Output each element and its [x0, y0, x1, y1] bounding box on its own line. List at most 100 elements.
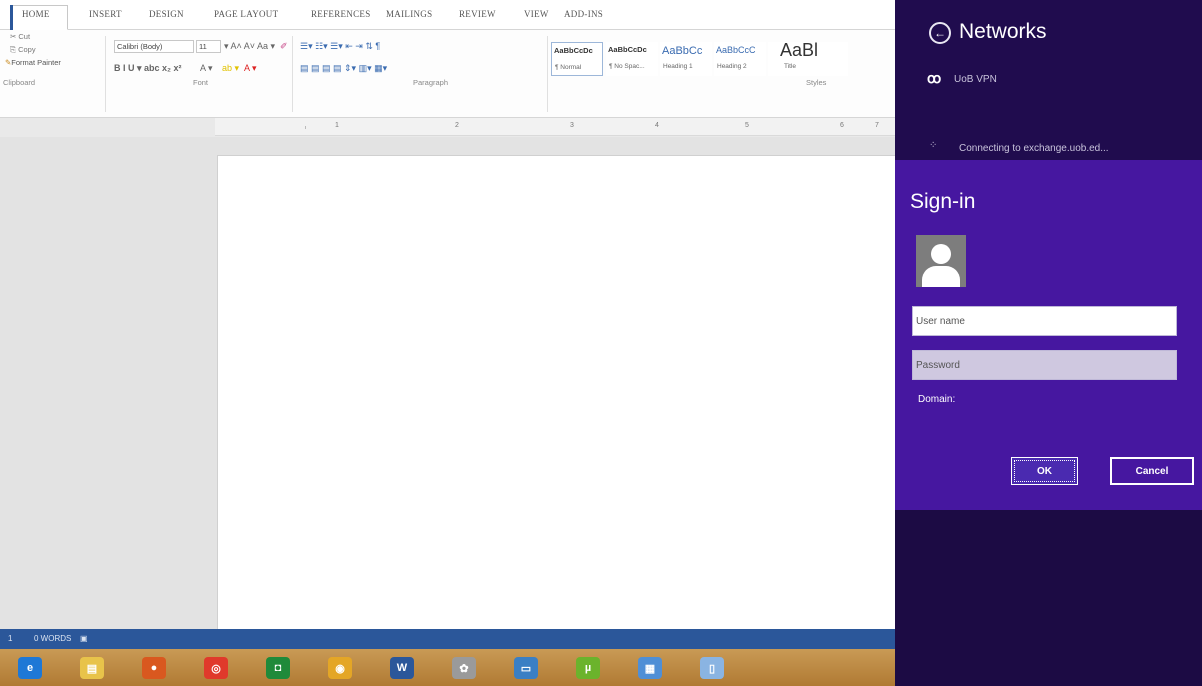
tab-add-ins[interactable]: ADD-INS [564, 9, 603, 19]
taskbar-button[interactable]: ● [130, 652, 178, 684]
username-input[interactable]: User name [912, 306, 1177, 336]
taskbar-button[interactable]: ◉ [316, 652, 364, 684]
internet-explorer-icon: e [18, 657, 42, 679]
ruler-tick [305, 126, 306, 129]
avatar-body [922, 266, 960, 287]
style-sample: AaBbCcC [716, 45, 756, 55]
proofing-icon[interactable]: ▣ [80, 634, 88, 643]
highlight-icon[interactable]: ab ▾ [222, 63, 239, 74]
vpn-name[interactable]: UoB VPN [954, 74, 997, 85]
vpn-icon: ꝏ [927, 70, 941, 86]
divider [292, 36, 293, 112]
remote-desktop-icon: ▭ [514, 657, 538, 679]
style-sample: AaBl [780, 40, 819, 60]
styles-group-label: Styles [806, 78, 827, 87]
cut-button[interactable]: ✂ Cut [10, 32, 30, 41]
app-green-icon: ◘ [266, 657, 290, 679]
tab-references[interactable]: REFERENCES [311, 9, 371, 19]
taskbar-button[interactable]: W [378, 652, 426, 684]
style-heading-1[interactable]: AaBbCc Heading 1 [660, 42, 712, 76]
divider [547, 36, 548, 112]
app-red-icon: ◎ [204, 657, 228, 679]
style-no-spacing[interactable]: AaBbCcDc ¶ No Spac... [606, 42, 658, 76]
style-heading-2[interactable]: AaBbCcC Heading 2 [714, 42, 766, 76]
font-name-box[interactable]: Calibri (Body) [114, 40, 194, 53]
ruler-number: 6 [840, 122, 844, 129]
style-title[interactable]: AaBl Title [768, 40, 848, 76]
spinner-icon: ⁘ [929, 140, 938, 151]
align-icons[interactable]: ▤ ▤ ▤ ▤ ⇕▾ ▥▾ ▦▾ [300, 63, 387, 74]
tab-design[interactable]: DESIGN [149, 9, 184, 19]
clear-formatting-icon[interactable]: ✐ [280, 41, 288, 52]
ruler-number: 1 [335, 122, 339, 129]
style-name: Heading 1 [663, 63, 693, 70]
style-name: ¶ No Spac... [609, 63, 645, 70]
style-sample: AaBbCcDc [554, 46, 593, 55]
taskbar-button[interactable]: ✿ [440, 652, 488, 684]
page-indicator[interactable]: 1 [8, 634, 12, 643]
word-icon: W [390, 657, 414, 679]
app-light-icon: ▯ [700, 657, 724, 679]
tab-review[interactable]: REVIEW [459, 9, 496, 19]
ok-button[interactable]: OK [1011, 457, 1078, 485]
font-size-dropdown-icon[interactable]: ▾ A˄ A˅ Aa ▾ [224, 41, 275, 52]
document-page[interactable] [217, 155, 897, 635]
divider [105, 36, 106, 112]
ruler-number: 2 [455, 122, 459, 129]
ruler-number: 3 [570, 122, 574, 129]
list-icons[interactable]: ☰▾ ☷▾ ☰▾ ⇤ ⇥ ⇅ ¶ [300, 41, 380, 52]
style-name: ¶ Normal [555, 64, 582, 71]
connecting-status: Connecting to exchange.uob.ed... [959, 143, 1109, 154]
font-format-icons[interactable]: B I U ▾ abc x₂ x² [114, 63, 182, 74]
word-window: HOME INSERT DESIGN PAGE LAYOUT REFERENCE… [0, 0, 897, 686]
ruler-number: 5 [745, 122, 749, 129]
font-color-icon[interactable]: A ▾ [244, 63, 257, 74]
word-count[interactable]: 0 WORDS [34, 634, 71, 643]
style-normal[interactable]: AaBbCcDc ¶ Normal [551, 42, 603, 76]
taskbar-button[interactable]: ▤ [68, 652, 116, 684]
taskbar-button[interactable]: ◎ [192, 652, 240, 684]
utorrent-icon: µ [576, 657, 600, 679]
tab-home-label[interactable]: HOME [22, 9, 50, 19]
ribbon-tabs: HOME INSERT DESIGN PAGE LAYOUT REFERENCE… [0, 0, 895, 30]
taskbar-button[interactable]: ▯ [688, 652, 736, 684]
app-gray-icon: ✿ [452, 657, 476, 679]
tab-insert[interactable]: INSERT [89, 9, 122, 19]
tab-home-indicator [10, 5, 13, 30]
horizontal-ruler[interactable]: 1 2 3 4 5 6 7 [215, 118, 895, 136]
password-input[interactable]: Password [912, 350, 1177, 380]
signin-panel: Sign-in User name Password Domain: OK Ca… [895, 160, 1202, 510]
taskbar-button[interactable]: ◘ [254, 652, 302, 684]
cancel-button[interactable]: Cancel [1110, 457, 1194, 485]
taskbar-button[interactable]: ▦ [626, 652, 674, 684]
style-sample: AaBbCcDc [608, 45, 647, 54]
status-bar: 1 0 WORDS ▣ [0, 629, 895, 649]
tab-view[interactable]: VIEW [524, 9, 549, 19]
style-name: Title [784, 63, 797, 70]
taskbar-button[interactable]: µ [564, 652, 612, 684]
taskbar: e ▤ ● ◎ ◘ ◉ W ✿ ▭ µ ▦ ▯ [0, 649, 895, 686]
clipboard-group-label: Clipboard [3, 78, 36, 87]
copy-button[interactable]: ⎘ Copy [10, 45, 36, 55]
tab-mailings[interactable]: MAILINGS [386, 9, 432, 19]
cut-label: Cut [18, 32, 31, 41]
text-effects-icon[interactable]: A ▾ [200, 63, 213, 74]
taskbar-button[interactable]: ▭ [502, 652, 550, 684]
chrome-icon: ◉ [328, 657, 352, 679]
font-group-label: Font [193, 78, 209, 87]
format-painter-label: Format Painter [11, 58, 61, 67]
copy-label: Copy [18, 45, 36, 54]
domain-label: Domain: [918, 394, 956, 405]
style-sample: AaBbCc [662, 45, 703, 57]
signin-title: Sign-in [910, 190, 976, 213]
taskbar-button[interactable]: e [6, 652, 54, 684]
firefox-icon: ● [142, 657, 166, 679]
app-blue-icon: ▦ [638, 657, 662, 679]
tab-page-layout[interactable]: PAGE LAYOUT [214, 9, 278, 19]
back-arrow-icon[interactable]: ← [929, 22, 951, 44]
ruler-number: 4 [655, 122, 659, 129]
ribbon: ✂ Cut ⎘ Copy ✎Format Painter Clipboard C… [0, 30, 895, 118]
font-size-box[interactable]: 11 [196, 40, 221, 53]
file-explorer-icon: ▤ [80, 657, 104, 679]
format-painter-button[interactable]: ✎Format Painter [5, 58, 61, 67]
